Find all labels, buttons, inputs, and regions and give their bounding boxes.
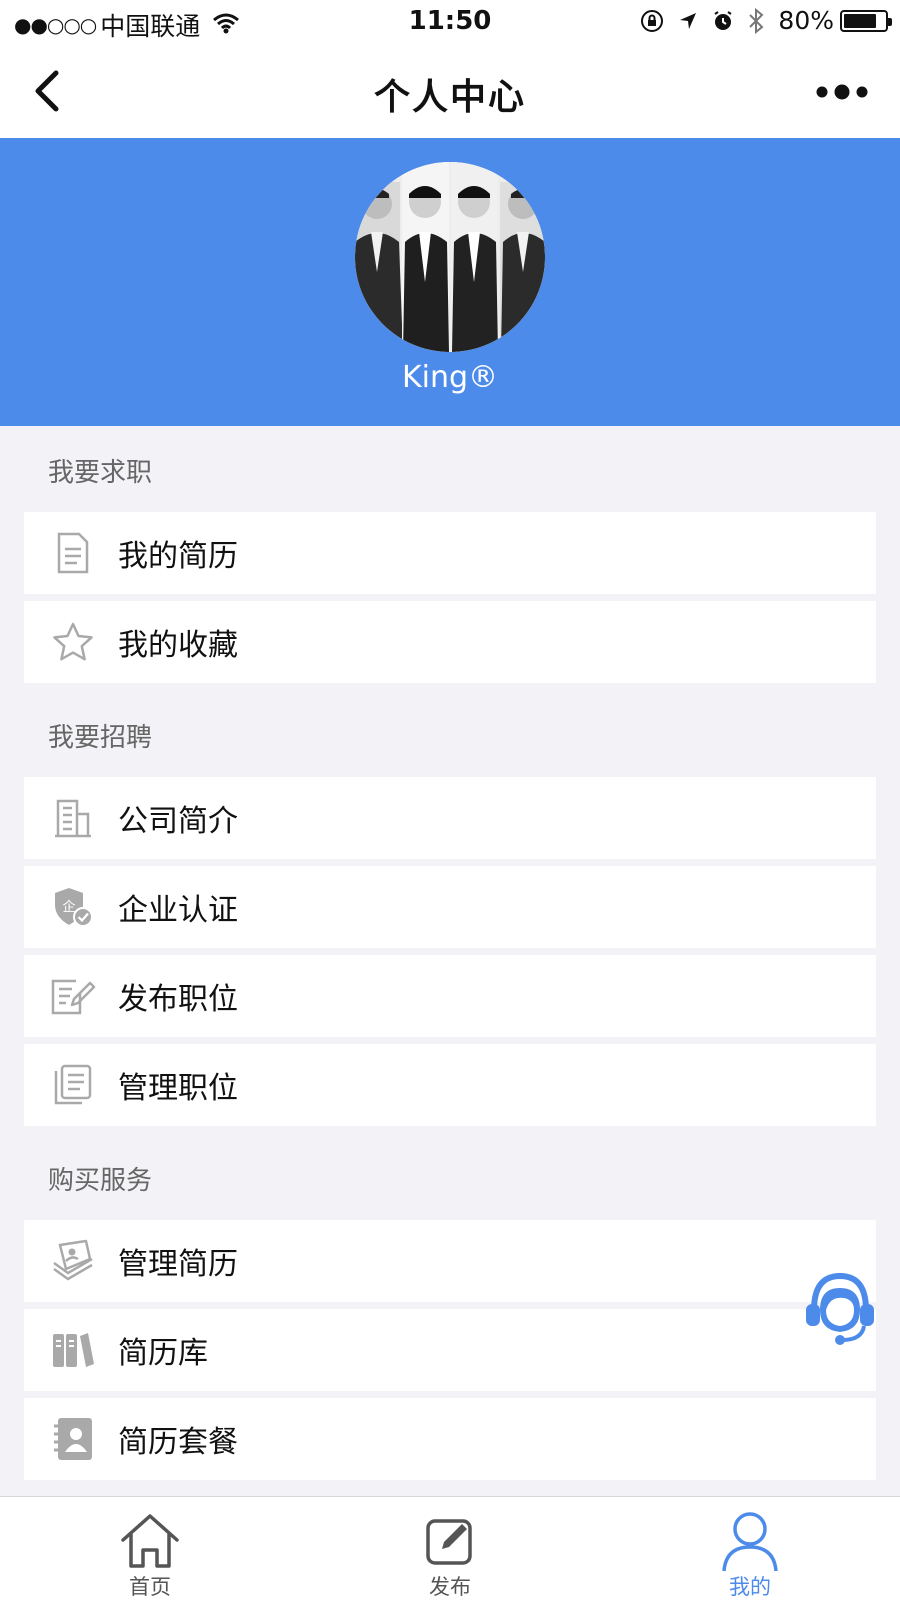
file-list-icon [50,1062,96,1108]
avatar-figure-4 [500,182,545,352]
battery-percent: 80% [778,6,834,35]
battery-fill [844,13,876,28]
menu-label-manage-jobs: 管理职位 [118,1071,238,1106]
edit-square-icon [418,1509,482,1573]
menu-item-favorites[interactable]: 我的收藏 [24,601,876,683]
status-right: 80% [640,6,892,35]
menu-label-resume-library: 简历库 [118,1336,208,1371]
resume-stack-icon [50,1238,96,1284]
tab-bar: 首页 发布 我的 [0,1496,900,1600]
menu-item-manage-jobs[interactable]: 管理职位 [24,1044,876,1126]
menu-item-resume-package[interactable]: 简历套餐 [24,1398,876,1480]
section-title-buy: 购买服务 [48,1166,153,1196]
building-icon [50,795,96,841]
menu-item-resume-library[interactable]: 简历库 [24,1309,876,1391]
menu-label-post-job: 发布职位 [118,982,238,1017]
home-icon [118,1509,182,1573]
menu-item-resume[interactable]: 我的简历 [24,512,876,594]
more-button[interactable] [812,72,872,112]
customer-service-icon [806,1272,874,1345]
shield-check-icon: 企 [50,884,96,930]
document-icon [50,530,96,576]
avatar-photo [355,162,545,352]
section-title-job-seek: 我要求职 [48,458,153,488]
star-icon [50,619,96,665]
avatar-figure-1 [355,182,403,352]
contact-book-icon [50,1416,96,1462]
user-icon [718,1509,782,1573]
more-dots-icon [816,84,868,100]
menu-label-manage-resumes: 管理简历 [118,1247,238,1282]
status-bar: ●●○○○ 中国联通 11:50 80% [0,0,900,46]
page-title: 个人中心 [373,77,526,118]
tab-publish[interactable]: 发布 [300,1497,600,1600]
tab-label-home: 首页 [129,1575,171,1599]
svg-text:企: 企 [62,899,75,915]
tab-label-mine: 我的 [729,1575,771,1599]
tab-label-publish: 发布 [429,1575,471,1599]
menu-item-post-job[interactable]: 发布职位 [24,955,876,1037]
menu-label-resume-package: 简历套餐 [118,1425,238,1460]
menu-item-company-intro[interactable]: 公司简介 [24,777,876,859]
rotation-lock-icon [640,9,664,33]
alarm-icon [712,10,734,32]
bluetooth-icon [748,7,764,34]
section-title-recruit: 我要招聘 [48,723,153,753]
menu-label-company-verify: 企业认证 [118,893,238,928]
profile-header: King® [0,138,900,426]
menu-label-resume: 我的简历 [118,539,238,574]
bookshelf-icon [50,1327,96,1373]
battery-icon [840,9,892,32]
location-icon [678,11,698,31]
menu-label-favorites: 我的收藏 [118,628,238,663]
username: King® [401,360,499,395]
edit-document-icon [50,973,96,1019]
tab-mine[interactable]: 我的 [600,1497,900,1600]
avatar-figure-2 [402,162,449,352]
avatar-figure-3 [451,162,498,352]
menu-item-company-verify[interactable]: 企 企业认证 [24,866,876,948]
customer-service-button[interactable] [802,1270,878,1346]
menu-label-company-intro: 公司简介 [118,804,238,839]
menu-item-manage-resumes[interactable]: 管理简历 [24,1220,876,1302]
nav-bar: 个人中心 [0,46,900,138]
tab-home[interactable]: 首页 [0,1497,300,1600]
avatar[interactable] [355,162,545,352]
